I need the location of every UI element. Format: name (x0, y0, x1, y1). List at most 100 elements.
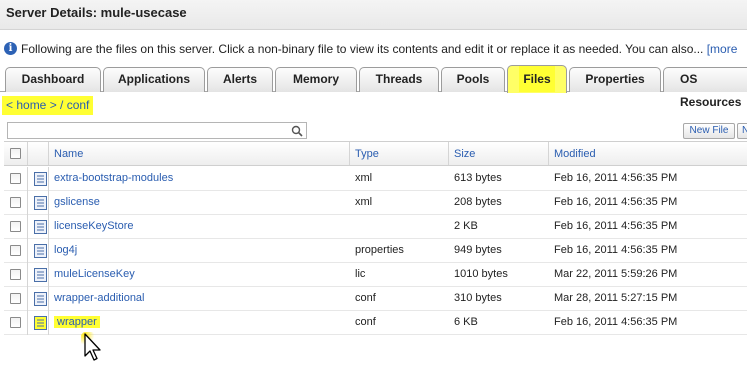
row-checkbox[interactable] (10, 173, 21, 184)
mouse-cursor-icon (81, 332, 101, 361)
column-divider (48, 191, 49, 215)
table-row[interactable]: log4j properties 949 bytes Feb 16, 2011 4:5… (4, 239, 747, 263)
file-name-link[interactable]: extra-bootstrap-modules (54, 172, 173, 184)
file-size: 208 bytes (454, 196, 502, 208)
column-divider (27, 142, 28, 165)
tab-dashboard[interactable]: Dashboard (5, 67, 101, 92)
file-modified: Feb 16, 2011 4:56:35 PM (554, 316, 678, 328)
file-icon (34, 220, 47, 234)
tab-threads[interactable]: Threads (359, 67, 439, 92)
column-divider (48, 311, 49, 335)
tab-label: Applications (117, 72, 190, 86)
column-divider (48, 263, 49, 287)
file-name-link[interactable]: gslicense (54, 196, 100, 208)
file-size: 2 KB (454, 220, 478, 232)
tab-label: Properties (585, 72, 645, 86)
tab-label: Threads (375, 72, 423, 86)
table-row[interactable]: extra-bootstrap-modules xml 613 bytes Feb 1… (4, 167, 747, 191)
tab-label: Files (519, 66, 555, 92)
column-divider (349, 142, 350, 165)
file-type: conf (355, 292, 376, 304)
column-divider (27, 191, 28, 215)
file-name: gslicense (54, 196, 100, 208)
column-divider (27, 167, 28, 191)
file-type: lic (355, 268, 366, 280)
file-type: xml (355, 172, 373, 184)
tab-pools[interactable]: Pools (441, 67, 505, 92)
column-divider (448, 142, 449, 165)
row-checkbox[interactable] (10, 293, 21, 304)
column-divider (48, 239, 49, 263)
row-checkbox[interactable] (10, 245, 21, 256)
file-modified: Feb 16, 2011 4:56:35 PM (554, 172, 678, 184)
column-divider (27, 215, 28, 239)
file-modified: Feb 16, 2011 4:56:35 PM (554, 244, 678, 256)
search-icon[interactable] (291, 125, 303, 137)
file-size: 6 KB (454, 316, 478, 328)
column-header-type[interactable]: Type (355, 148, 379, 160)
file-size: 949 bytes (454, 244, 502, 256)
new-file-button[interactable]: New File (683, 123, 735, 139)
info-message: i Following are the files on this server… (4, 41, 747, 57)
file-icon (34, 268, 47, 282)
file-icon (34, 316, 47, 330)
column-divider (27, 263, 28, 287)
tab-applications[interactable]: Applications (103, 67, 205, 92)
tab-os-resources[interactable]: OS Resources (663, 67, 747, 109)
more-link[interactable]: [more (707, 42, 738, 56)
tab-label: Pools (456, 72, 490, 86)
file-name-link[interactable]: licenseKeyStore (54, 220, 134, 232)
file-size: 310 bytes (454, 292, 502, 304)
next-button[interactable]: N (737, 123, 747, 139)
table-row[interactable]: licenseKeyStore 2 KB Feb 16, 2011 4:56:35 … (4, 215, 747, 239)
column-header-name[interactable]: Name (54, 148, 83, 160)
file-name: licenseKeyStore (54, 220, 134, 232)
info-text: Following are the files on this server. … (21, 42, 737, 56)
page-title: Server Details: mule-usecase (6, 5, 187, 20)
tab-label: OS Resources (680, 72, 742, 109)
tab-memory[interactable]: Memory (275, 67, 357, 92)
file-name: wrapper (54, 316, 100, 328)
table-row[interactable]: wrapper-additional conf 310 bytes Mar 28, 2… (4, 287, 747, 311)
file-type: xml (355, 196, 373, 208)
search-input[interactable] (10, 124, 290, 137)
file-icon (34, 196, 47, 210)
file-type: conf (355, 316, 376, 328)
file-modified: Mar 22, 2011 5:59:26 PM (554, 268, 678, 280)
tab-files[interactable]: Files (507, 65, 567, 93)
title-bar: Server Details: mule-usecase (0, 0, 747, 30)
column-divider (48, 142, 49, 165)
file-icon (34, 292, 47, 306)
column-header-modified[interactable]: Modified (554, 148, 596, 160)
row-checkbox[interactable] (10, 197, 21, 208)
select-all-checkbox[interactable] (10, 148, 21, 159)
column-header-size[interactable]: Size (454, 148, 475, 160)
tab-label: Alerts (222, 72, 257, 86)
row-checkbox[interactable] (10, 221, 21, 232)
tab-properties[interactable]: Properties (569, 67, 661, 92)
file-name-link[interactable]: wrapper (54, 316, 100, 328)
file-name: extra-bootstrap-modules (54, 172, 174, 184)
row-checkbox[interactable] (10, 269, 21, 280)
file-size: 1010 bytes (454, 268, 508, 280)
tab-alerts[interactable]: Alerts (207, 67, 273, 92)
tab-bar: Dashboard Applications Alerts Memory Thr… (0, 64, 747, 109)
file-modified: Mar 28, 2011 5:27:15 PM (554, 292, 678, 304)
table-row[interactable]: wrapper conf 6 KB Feb 16, 2011 4:56:35 PM (4, 311, 747, 335)
file-icon (34, 172, 47, 186)
file-name-link[interactable]: wrapper-additional (54, 292, 145, 304)
file-modified: Feb 16, 2011 4:56:35 PM (554, 220, 678, 232)
row-checkbox[interactable] (10, 317, 21, 328)
file-name-link[interactable]: log4j (54, 244, 77, 256)
column-divider (48, 167, 49, 191)
file-name-link[interactable]: muleLicenseKey (54, 268, 135, 280)
column-divider (548, 142, 549, 165)
breadcrumb[interactable]: < home > / conf (2, 96, 94, 115)
file-name: wrapper-additional (54, 292, 145, 304)
table-row[interactable]: gslicense xml 208 bytes Feb 16, 2011 4:56:3… (4, 191, 747, 215)
tab-label: Memory (292, 72, 339, 86)
table-row[interactable]: muleLicenseKey lic 1010 bytes Mar 22, 2011 … (4, 263, 747, 287)
info-icon: i (4, 42, 17, 55)
info-text-body: Following are the files on this server. … (21, 42, 704, 56)
file-size: 613 bytes (454, 172, 502, 184)
